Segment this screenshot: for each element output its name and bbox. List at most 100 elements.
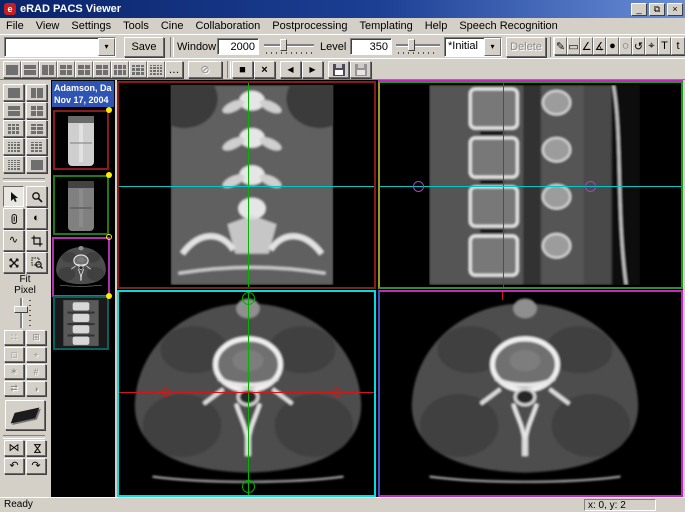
flip-vertical-button[interactable]: ⋈ [26,440,46,456]
layout-4x4-button[interactable] [147,61,165,78]
combo-dropdown-icon[interactable]: ▾ [484,38,501,56]
level-slider[interactable] [396,38,440,54]
menu-item-speech-recognition[interactable]: Speech Recognition [453,19,563,33]
crosshair-handle[interactable] [332,388,341,397]
viewport-coronal[interactable] [117,81,376,289]
series-layout-1x2-button[interactable] [26,84,47,101]
small-text-tool-button[interactable]: t [671,37,685,55]
store-image-button[interactable] [328,61,349,78]
series-layout-4x3-button[interactable] [26,138,47,155]
fullscreen-viewport-button[interactable]: ■ [232,61,253,78]
window-slider-thumb[interactable] [280,39,287,51]
curve-tool-button[interactable]: ↺ [632,37,645,55]
window-value-input[interactable] [217,38,259,55]
series-layout-4x4-button[interactable] [3,138,24,155]
layout-2x2-button[interactable] [93,61,111,78]
text-tool-button[interactable]: T [658,37,671,55]
layout-custom-button[interactable]: … [165,61,183,78]
rotate-right-button[interactable]: ↷ [26,458,46,474]
layout-2rows-button[interactable] [21,61,39,78]
crosshair-vertical[interactable] [503,83,504,287]
series-layout-2x1-button[interactable] [3,102,24,119]
menu-item-help[interactable]: Help [419,19,454,33]
menu-item-view[interactable]: View [30,19,66,33]
layout-1plus2-button[interactable] [57,61,75,78]
rotate-left-button[interactable]: ↶ [4,458,24,474]
eraser-tool-button[interactable] [5,400,45,430]
menu-item-collaboration[interactable]: Collaboration [189,19,266,33]
pencil-tool-button[interactable]: ✎ [554,37,567,55]
close-series-button[interactable]: × [254,61,275,78]
window-slider[interactable] [264,38,314,54]
series-layout-1x1-button[interactable] [3,84,24,101]
level-slider-thumb[interactable] [408,39,415,51]
series-layout-3x3-button[interactable] [3,120,24,137]
crop-tool-button[interactable] [26,230,47,251]
crosshair-horizontal[interactable] [380,186,681,187]
flip-horizontal-button[interactable]: ⋈ [4,440,24,456]
fit-zoom-label[interactable]: Fit [0,274,50,285]
menu-item-tools[interactable]: Tools [117,19,155,33]
attach-tool-button[interactable] [3,208,24,229]
layout-1x1-button[interactable] [3,61,21,78]
layout-2cols-button[interactable] [39,61,57,78]
minimize-button[interactable]: _ [631,3,647,16]
zoom-slider[interactable] [12,298,32,328]
series-thumbnail-scout-ap[interactable] [53,110,109,170]
series-layout-3x2-button[interactable] [26,120,47,137]
restore-button[interactable]: ⧉ [649,3,665,16]
pixel-zoom-label[interactable]: Pixel [0,285,50,296]
wl-preset-combobox[interactable]: *Initial ▾ [444,37,502,57]
grid-overlay-button: ⊞ [26,330,46,345]
crosshair-vertical[interactable] [248,292,249,495]
layout-2plus1-button[interactable] [75,61,93,78]
crosshair-horizontal[interactable] [119,186,374,187]
level-slider-track[interactable] [396,44,440,47]
zoom-region-tool-button[interactable] [26,252,47,273]
pointer-tool-button[interactable] [3,186,24,207]
crosshair-handle[interactable] [413,181,424,192]
crosshair-handle[interactable] [242,480,255,493]
series-thumbnail-axial[interactable] [52,237,110,297]
zoom-slider-track[interactable] [20,298,23,328]
zoom-slider-thumb[interactable] [14,306,28,313]
window-level-tool-button[interactable]: ◐ [26,208,47,229]
marker-tool-button[interactable]: ⌖ [645,37,658,55]
series-thumbnail-reformat[interactable] [53,296,109,350]
series-layout-5x4-button[interactable] [3,156,24,173]
combo-dropdown-icon[interactable]: ▾ [98,38,115,56]
series-layout-single-filled-button[interactable] [26,156,47,173]
series-layout-2x2-button[interactable] [26,102,47,119]
menu-item-postprocessing[interactable]: Postprocessing [266,19,353,33]
next-image-button[interactable]: ▶ [302,61,323,78]
annotation-preset-combobox[interactable]: ▾ [4,37,116,57]
window-slider-track[interactable] [264,44,314,47]
menu-item-templating[interactable]: Templating [354,19,419,33]
layout-2x3-button[interactable] [111,61,129,78]
curve-adjust-tool-button[interactable]: ∿ [3,230,24,251]
crosshair-vertical[interactable] [248,83,249,287]
previous-image-button[interactable]: ◀ [280,61,301,78]
menu-item-cine[interactable]: Cine [155,19,190,33]
freehand-roi-tool-button[interactable]: ◌ [619,37,632,55]
erad-pacs-viewer-window: e eRAD PACS Viewer _ ⧉ × File View Setti… [0,0,685,512]
pan-tool-button[interactable] [3,252,24,273]
magnify-tool-button[interactable] [26,186,47,207]
ellipse-roi-tool-button[interactable]: ● [606,37,619,55]
layout-3x3-button[interactable] [129,61,147,78]
menu-item-settings[interactable]: Settings [65,19,117,33]
crosshair-handle[interactable] [585,181,596,192]
crosshair-handle[interactable] [161,388,170,397]
cobb-angle-tool-button[interactable]: ∡ [593,37,606,55]
menu-item-file[interactable]: File [0,19,30,33]
level-value-input[interactable] [350,38,392,55]
crosshair-handle[interactable] [242,292,255,305]
save-button[interactable]: Save [124,37,164,57]
viewport-sagittal[interactable] [378,81,683,289]
viewport-axial-active[interactable] [117,290,376,497]
close-button[interactable]: × [667,3,683,16]
ruler-tool-button[interactable]: ▭ [567,37,580,55]
viewport-axial-reference[interactable] [378,290,683,497]
series-thumbnail-scout-lateral[interactable] [53,175,109,235]
angle-tool-button[interactable]: ∠ [580,37,593,55]
